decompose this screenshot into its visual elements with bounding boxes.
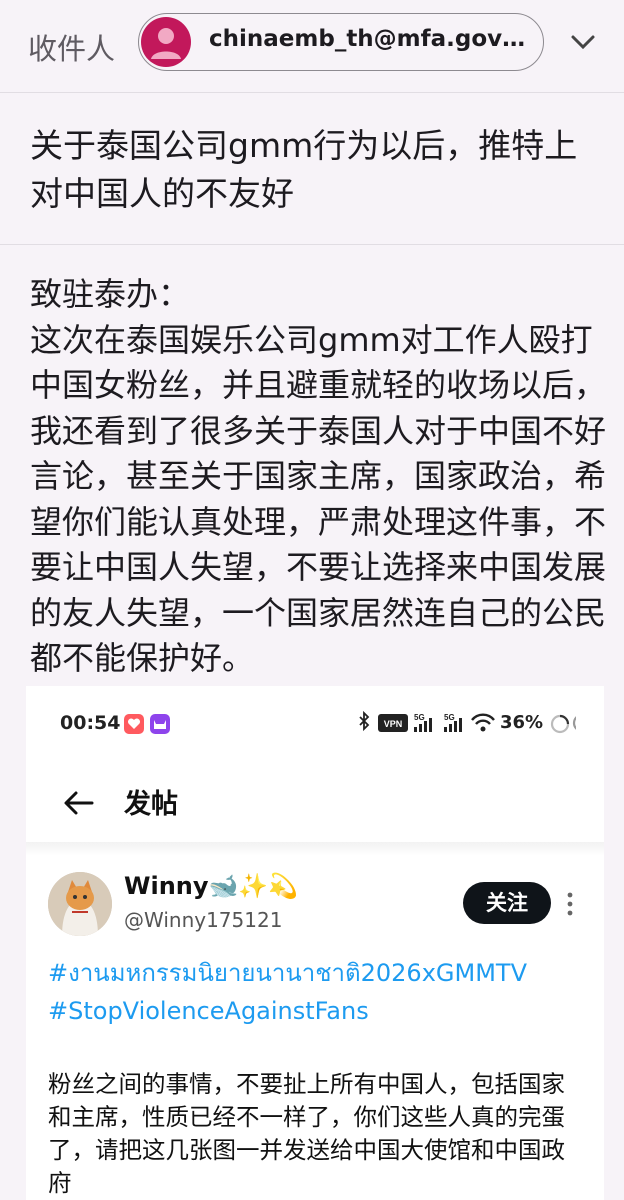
back-arrow-icon[interactable] <box>62 786 96 820</box>
message-body[interactable]: 致驻泰办： 这次在泰国娱乐公司gmm对工作人殴打中国女粉丝，并且避重就轻的收场以… <box>30 272 606 682</box>
svg-text:VPN: VPN <box>384 719 403 729</box>
status-bar: 00:54 VPN 5G 5G 36% <box>26 686 604 766</box>
tweet-text: 粉丝之间的事情，不要扯上所有中国人，包括国家和主席，性质已经不一样了，你们这些人… <box>48 1070 565 1197</box>
status-time: 00:54 <box>60 712 121 734</box>
cat-app-icon <box>150 714 170 734</box>
divider <box>0 244 624 245</box>
user-display-name[interactable]: Winny🐋✨💫 <box>124 872 298 900</box>
battery-percent: 36% <box>500 712 544 733</box>
to-label: 收件人 <box>28 32 116 66</box>
contact-avatar-icon <box>141 17 191 67</box>
loading-icon <box>550 714 570 734</box>
follow-button[interactable]: 关注 <box>463 882 551 924</box>
divider <box>0 92 624 93</box>
attached-screenshot[interactable]: 00:54 VPN 5G 5G 36% 发帖 Winny🐋✨💫 @Winny17… <box>26 686 604 1200</box>
post-header: 发帖 <box>26 768 604 840</box>
chevron-down-icon[interactable] <box>566 28 600 58</box>
avatar[interactable] <box>48 872 112 936</box>
recipient-chip[interactable]: chinaemb_th@mfa.gov… <box>138 13 544 71</box>
tweet-hashtags[interactable]: #งานมหกรรมนิยายนานาชาติ2026xGMMTV #StopV… <box>48 954 568 1030</box>
recipient-row: 收件人 chinaemb_th@mfa.gov… <box>0 0 624 92</box>
user-handle[interactable]: @Winny175121 <box>124 908 282 932</box>
divider <box>26 842 604 856</box>
heart-app-icon <box>124 714 144 734</box>
svg-text:5G: 5G <box>414 713 425 722</box>
subject-field[interactable]: 关于泰国公司gmm行为以后，推特上对中国人的不友好 <box>30 122 600 218</box>
svg-text:5G: 5G <box>444 713 455 722</box>
recipient-email: chinaemb_th@mfa.gov… <box>209 26 526 52</box>
more-options-icon[interactable] <box>564 890 576 918</box>
page-title: 发帖 <box>124 789 178 820</box>
